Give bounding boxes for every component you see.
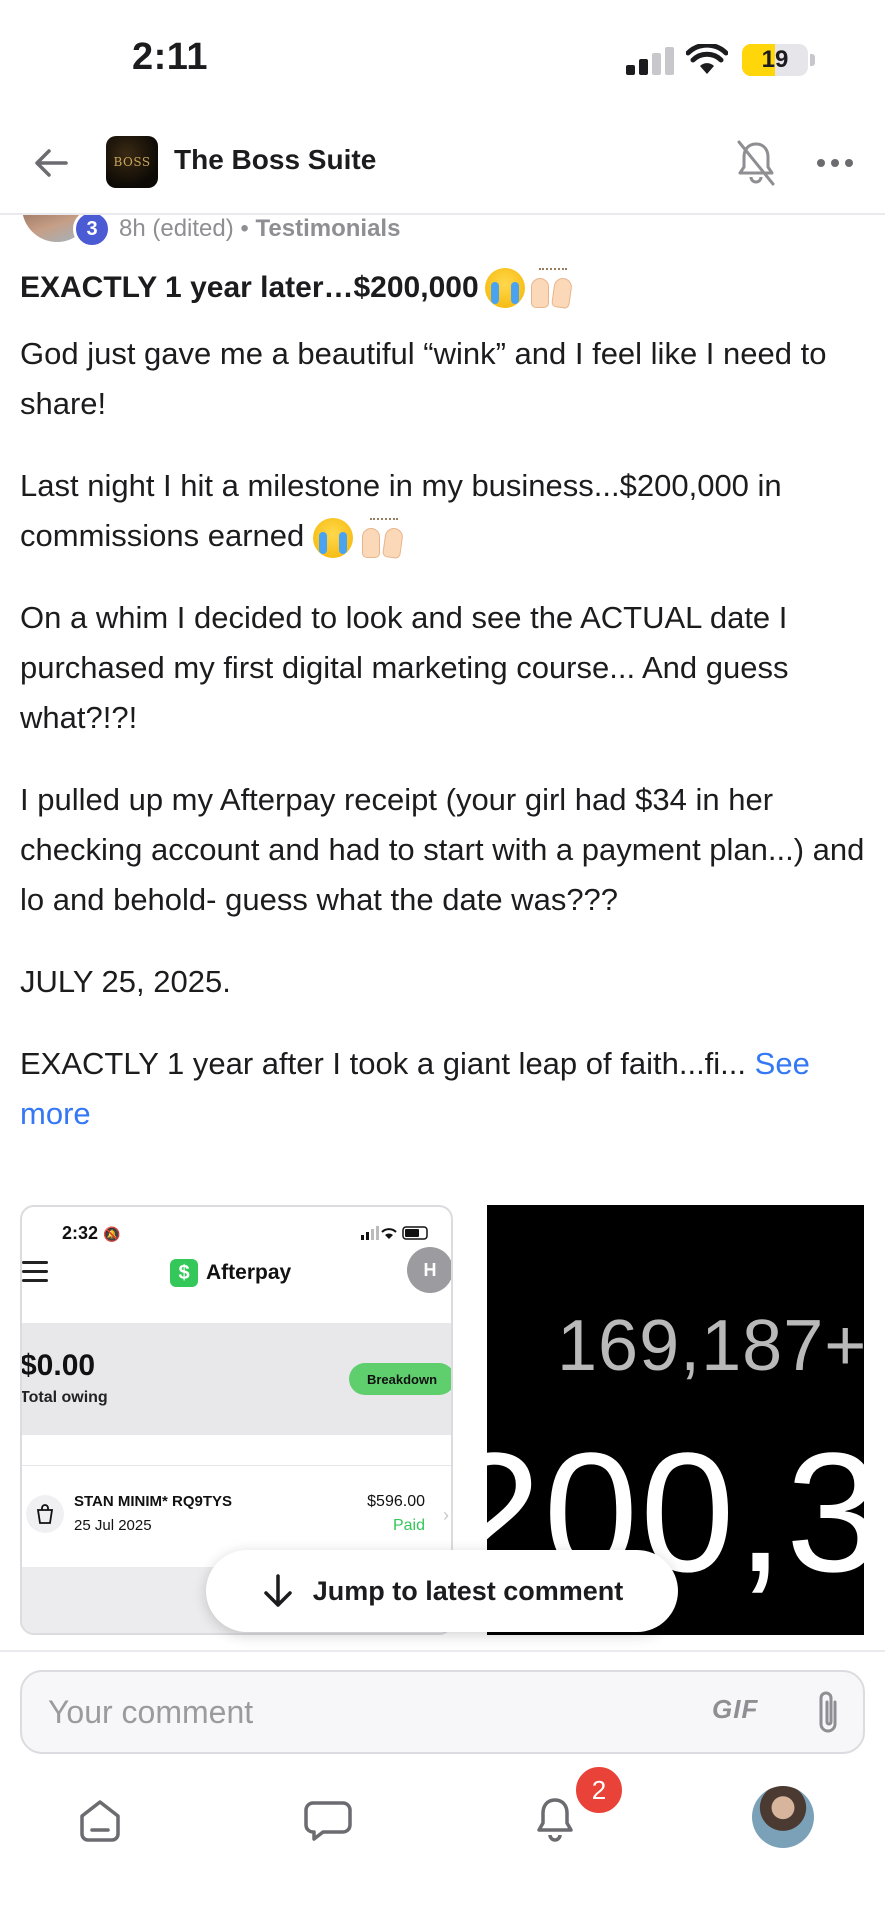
comment-composer: GIF bbox=[0, 1650, 885, 1754]
post-paragraph: JULY 25, 2025. bbox=[20, 964, 231, 999]
attach-button[interactable] bbox=[808, 1688, 848, 1738]
chevron-right-icon: › bbox=[443, 1505, 449, 1525]
counter-top-value: 169,187+ bbox=[557, 1306, 864, 1386]
post-title-text: EXACTLY 1 year later…$200,000 bbox=[20, 271, 479, 304]
bell-off-icon bbox=[737, 140, 775, 186]
shopping-bag-icon bbox=[26, 1495, 64, 1533]
group-logo-text: BOSS bbox=[113, 155, 151, 169]
more-horizontal-icon bbox=[817, 159, 853, 167]
jump-to-latest-comment-button[interactable]: Jump to latest comment bbox=[206, 1550, 678, 1632]
battery-icon: 19 bbox=[742, 44, 808, 76]
afterpay-price: $596.00 bbox=[367, 1493, 425, 1510]
afterpay-brand: Afterpay bbox=[206, 1261, 292, 1284]
raising-hands-emoji-icon bbox=[530, 268, 575, 310]
tab-home[interactable] bbox=[70, 1790, 130, 1850]
chat-bubble-icon bbox=[304, 1801, 352, 1841]
afterpay-logo: $ Afterpay bbox=[170, 1259, 291, 1287]
hamburger-menu-icon bbox=[22, 1261, 48, 1288]
raising-hands-emoji-icon bbox=[361, 517, 406, 559]
bottom-tab-bar bbox=[0, 1760, 885, 1920]
notifications-toggle-button[interactable] bbox=[733, 138, 779, 188]
wifi-icon bbox=[686, 44, 728, 74]
tab-messages[interactable] bbox=[298, 1790, 358, 1850]
author-level-badge: 3 bbox=[73, 210, 111, 248]
afterpay-user-avatar: H bbox=[407, 1247, 451, 1293]
group-name[interactable]: The Boss Suite bbox=[174, 144, 376, 176]
afterpay-date: 25 Jul 2025 bbox=[74, 1517, 152, 1534]
comment-box[interactable]: GIF bbox=[20, 1670, 865, 1754]
afterpay-status: Paid bbox=[392, 1517, 425, 1534]
arrow-down-icon bbox=[263, 1574, 292, 1607]
group-header: BOSS The Boss Suite bbox=[0, 120, 885, 215]
afterpay-status-time: 2:32 🔕 bbox=[62, 1223, 121, 1243]
status-time: 2:11 bbox=[132, 36, 208, 78]
post-paragraph: I pulled up my Afterpay receipt (your gi… bbox=[20, 782, 865, 917]
battery-level: 19 bbox=[761, 46, 789, 73]
tab-profile-avatar[interactable] bbox=[752, 1786, 814, 1848]
post-title: EXACTLY 1 year later…$200,000 bbox=[20, 268, 575, 310]
more-options-button[interactable] bbox=[812, 140, 858, 186]
comment-input[interactable] bbox=[48, 1690, 688, 1734]
post-paragraph-text: EXACTLY 1 year after I took a giant leap… bbox=[20, 1046, 747, 1081]
post-category[interactable]: Testimonials bbox=[256, 215, 401, 242]
group-logo[interactable]: BOSS bbox=[106, 136, 158, 188]
paperclip-icon bbox=[819, 1691, 837, 1733]
home-icon bbox=[80, 1800, 120, 1842]
afterpay-transaction-row: STAN MINIM* RQ9TYS 25 Jul 2025 $596.00 P… bbox=[22, 1483, 451, 1553]
crying-face-emoji-icon bbox=[484, 268, 525, 308]
afterpay-merchant: STAN MINIM* RQ9TYS bbox=[74, 1493, 233, 1510]
status-bar: 2:11 19 bbox=[0, 0, 885, 120]
post-paragraph: God just gave me a beautiful “wink” and … bbox=[20, 336, 827, 421]
afterpay-breakdown-button: Breakdown bbox=[349, 1363, 451, 1395]
afterpay-status-icons bbox=[361, 1225, 431, 1244]
afterpay-summary: $0.00 Total owing Breakdown bbox=[22, 1323, 451, 1435]
crying-face-emoji-icon bbox=[312, 517, 353, 558]
post-body: God just gave me a beautiful “wink” and … bbox=[20, 329, 870, 1139]
post-paragraph: Last night I hit a milestone in my busin… bbox=[20, 461, 870, 561]
gif-button[interactable]: GIF bbox=[712, 1694, 758, 1725]
bell-icon bbox=[537, 1798, 573, 1842]
notifications-count-badge: 2 bbox=[574, 1765, 624, 1815]
post-paragraph: On a whim I decided to look and see the … bbox=[20, 600, 789, 735]
battery-tip bbox=[810, 54, 815, 66]
post-meta: 8h (edited) • Testimonials bbox=[119, 215, 400, 243]
afterpay-divider bbox=[22, 1465, 451, 1466]
back-button[interactable] bbox=[28, 140, 74, 186]
afterpay-mark-icon: $ bbox=[170, 1259, 198, 1287]
arrow-left-icon bbox=[35, 149, 68, 177]
status-icons bbox=[361, 1226, 428, 1240]
afterpay-total-label: Total owing bbox=[20, 1389, 108, 1406]
afterpay-total-amount: $0.00 bbox=[20, 1349, 96, 1382]
jump-to-latest-label: Jump to latest comment bbox=[312, 1575, 624, 1606]
post-time: 8h (edited) bbox=[119, 215, 234, 242]
post-paragraph: EXACTLY 1 year after I took a giant leap… bbox=[20, 1039, 870, 1139]
meta-separator: • bbox=[240, 215, 249, 242]
bell-slash-icon: 🔕 bbox=[103, 1226, 121, 1242]
cellular-signal-icon bbox=[626, 47, 674, 75]
